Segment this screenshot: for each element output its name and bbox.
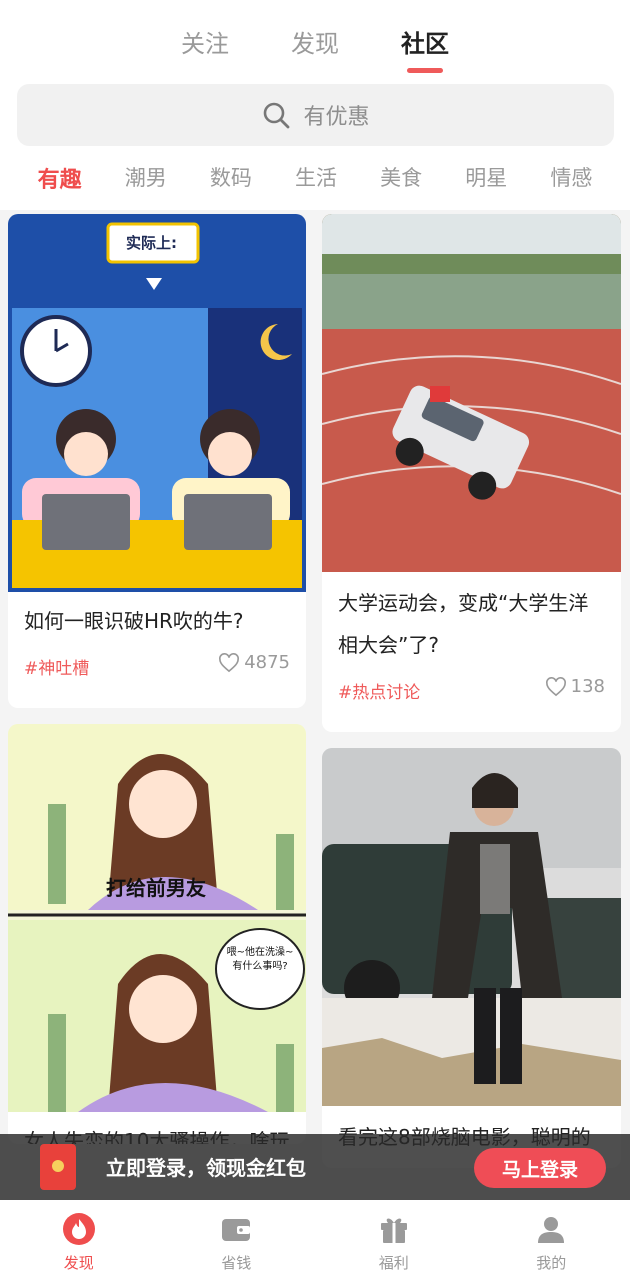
feed-card[interactable]: 打给前男友 喂~他在洗澡~有什么事吗? 女人失恋的10大骚操作，啥玩意儿?！！: [8, 724, 306, 1144]
red-packet-icon: [40, 1144, 76, 1190]
image-caption: 打给前男友: [106, 876, 206, 900]
nav-label: 省钱: [221, 1254, 252, 1272]
nav-save-money[interactable]: 省钱: [158, 1200, 316, 1280]
card-tag[interactable]: #神吐槽: [24, 654, 89, 679]
bottom-nav: 发现 省钱 福利 我的: [0, 1200, 630, 1280]
flame-icon: [62, 1213, 95, 1245]
tab-community[interactable]: 社区: [401, 24, 449, 59]
nav-welfare[interactable]: 福利: [315, 1200, 473, 1280]
card-image: [322, 214, 621, 572]
card-image: 打给前男友 喂~他在洗澡~有什么事吗?: [8, 724, 306, 1112]
search-icon: [264, 102, 290, 129]
heart-icon: [545, 676, 566, 696]
card-title: 大学运动会，变成“大学生洋相大会”了?: [338, 591, 589, 657]
card-tag[interactable]: #热点讨论: [338, 678, 420, 703]
top-header: 关注 发现 社区 有优惠 有趣 潮男 数码 生活 美食 明星 情感: [0, 0, 630, 210]
feed-card[interactable]: 看完这8部烧脑电影，聪明的智商又占领高地了: [322, 748, 621, 1168]
search-placeholder: 有优惠: [303, 105, 370, 130]
image-caption: 实际上:: [126, 234, 177, 252]
card-image: 实际上:: [8, 214, 306, 592]
user-icon: [538, 1217, 565, 1243]
category-celebrity[interactable]: 明星: [465, 162, 507, 194]
wallet-icon: [222, 1219, 251, 1241]
like-count: 138: [570, 676, 605, 697]
search-bar[interactable]: 有优惠: [17, 84, 614, 146]
nav-mine[interactable]: 我的: [473, 1200, 630, 1280]
tab-follow[interactable]: 关注: [181, 24, 229, 59]
login-now-button[interactable]: 马上登录: [474, 1148, 606, 1188]
card-image: [322, 748, 621, 1106]
nav-label: 我的: [536, 1254, 567, 1272]
category-fun[interactable]: 有趣: [38, 162, 82, 194]
login-banner-text: 立即登录，领现金红包: [106, 1156, 306, 1180]
feed-card[interactable]: 实际上: 如何一眼识破HR吹的牛? #神吐槽 4875: [8, 214, 306, 708]
heart-icon: [219, 652, 240, 672]
nav-label: 福利: [378, 1254, 409, 1272]
nav-discover[interactable]: 发现: [0, 1200, 158, 1280]
category-tabs: 有趣 潮男 数码 生活 美食 明星 情感: [0, 162, 630, 194]
gift-icon: [380, 1218, 407, 1243]
like-count: 4875: [244, 652, 290, 673]
card-title: 如何一眼识破HR吹的牛?: [24, 609, 244, 633]
feed-card[interactable]: 大学运动会，变成“大学生洋相大会”了? #热点讨论 138: [322, 214, 621, 732]
card-likes[interactable]: 138: [545, 676, 605, 697]
tab-discover[interactable]: 发现: [291, 24, 339, 59]
category-life[interactable]: 生活: [295, 162, 337, 194]
category-food[interactable]: 美食: [380, 162, 422, 194]
category-trendy-men[interactable]: 潮男: [125, 162, 167, 194]
login-banner: 立即登录，领现金红包 马上登录: [0, 1134, 630, 1200]
card-likes[interactable]: 4875: [218, 652, 290, 673]
top-tabs: 关注 发现 社区: [0, 24, 630, 59]
category-digital[interactable]: 数码: [210, 162, 252, 194]
nav-label: 发现: [63, 1254, 94, 1272]
category-emotion[interactable]: 情感: [550, 162, 592, 194]
image-speech-bubble: 喂~他在洗澡~有什么事吗?: [226, 947, 294, 972]
